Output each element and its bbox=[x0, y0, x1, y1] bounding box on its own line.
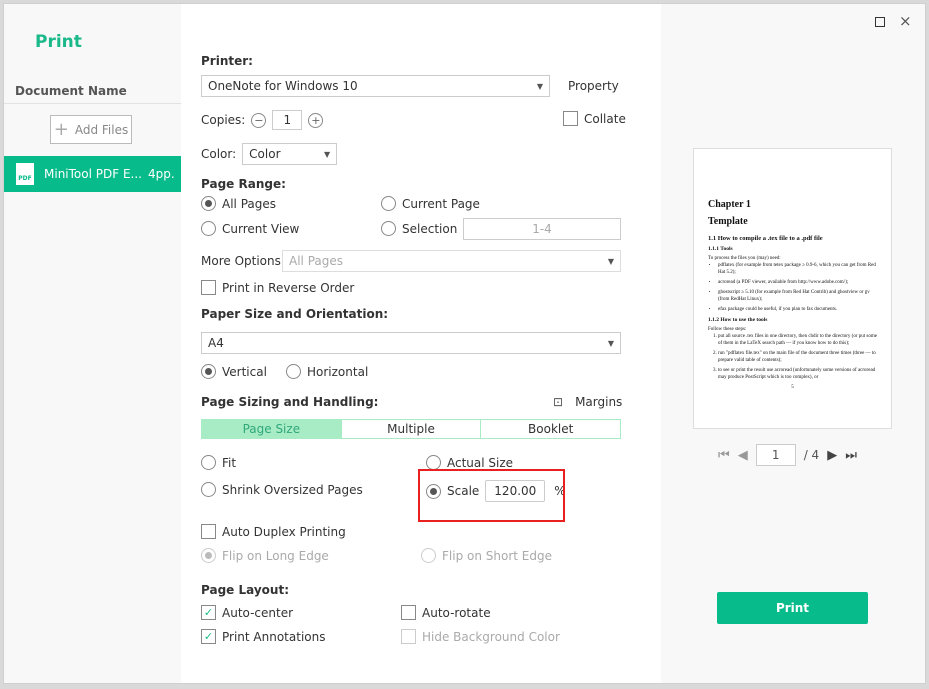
dropdown-arrow-icon: ▼ bbox=[324, 149, 331, 159]
prev-page-icon[interactable]: ◀ bbox=[738, 448, 748, 463]
preview-step: run "pdflatex file.tex" on the main file… bbox=[718, 350, 877, 364]
preview-bullet: acroread (a PDF viewer, available from h… bbox=[718, 279, 877, 286]
print-preview-page: Chapter 1 Template 1.1 How to compile a … bbox=[693, 148, 892, 429]
last-page-icon[interactable]: ⏭ bbox=[845, 448, 857, 463]
pdf-file-icon: PDF bbox=[16, 163, 34, 185]
color-label: Color: bbox=[201, 147, 237, 161]
sizing-tabs: Page Size Multiple Booklet bbox=[201, 419, 621, 439]
preview-step: put all source .tex files in one directo… bbox=[718, 333, 877, 347]
page-total: / 4 bbox=[803, 448, 820, 462]
paper-size-label: Paper Size and Orientation: bbox=[201, 307, 389, 321]
shrink-oversized-radio[interactable] bbox=[201, 482, 216, 497]
more-options-select[interactable]: All Pages ▼ bbox=[282, 250, 621, 272]
divider bbox=[4, 103, 181, 104]
preview-text: Follow these steps: bbox=[708, 327, 747, 332]
all-pages-radio[interactable] bbox=[201, 196, 216, 211]
close-icon[interactable]: × bbox=[899, 12, 912, 30]
copies-input[interactable]: 1 bbox=[272, 110, 303, 130]
print-button[interactable]: Print bbox=[717, 592, 868, 624]
maximize-icon[interactable] bbox=[875, 17, 885, 27]
document-name-header: Document Name bbox=[15, 84, 127, 98]
add-files-button[interactable]: + Add Files bbox=[50, 115, 132, 144]
settings-panel: Printer: OneNote for Windows 10 ▼ Propert… bbox=[181, 4, 661, 683]
reverse-order-checkbox[interactable] bbox=[201, 280, 216, 295]
flip-short-edge-radio[interactable] bbox=[421, 548, 436, 563]
page-sizing-label: Page Sizing and Handling: bbox=[201, 395, 379, 409]
preview-pager: ⏮ ◀ 1 / 4 ▶ ⏭ bbox=[718, 444, 857, 466]
auto-rotate-checkbox[interactable] bbox=[401, 605, 416, 620]
more-options-label: More Options: bbox=[201, 254, 285, 268]
minus-icon[interactable]: − bbox=[251, 112, 267, 128]
dropdown-arrow-icon: ▼ bbox=[607, 256, 614, 266]
preview-title: Template bbox=[708, 216, 748, 227]
vertical-radio[interactable] bbox=[201, 364, 216, 379]
fit-radio[interactable] bbox=[201, 455, 216, 470]
margins-icon: ⊡ bbox=[553, 395, 564, 409]
color-select[interactable]: Color ▼ bbox=[242, 143, 338, 165]
preview-bullet: efax package could be useful, if you pla… bbox=[718, 306, 877, 313]
current-page-radio[interactable] bbox=[381, 196, 396, 211]
page-range-label: Page Range: bbox=[201, 177, 286, 191]
preview-page-number: 5 bbox=[791, 385, 794, 390]
tab-booklet[interactable]: Booklet bbox=[480, 420, 620, 438]
printer-label: Printer: bbox=[201, 54, 253, 68]
actual-size-radio[interactable] bbox=[426, 455, 441, 470]
preview-section: 1.1 How to compile a .tex file to a .pdf… bbox=[708, 235, 823, 242]
print-annotations-checkbox[interactable]: ✓ bbox=[201, 629, 216, 644]
plus-icon: + bbox=[53, 119, 69, 140]
tab-multiple[interactable]: Multiple bbox=[340, 420, 481, 438]
paper-size-select[interactable]: A4 ▼ bbox=[201, 332, 621, 354]
preview-bullet: pdflatex (for example from tetex package… bbox=[718, 262, 877, 276]
margins-button[interactable]: ⊡ Margins bbox=[553, 395, 622, 409]
document-list-item[interactable]: PDF MiniTool PDF E... 4pp. bbox=[4, 156, 181, 192]
current-view-radio[interactable] bbox=[201, 221, 216, 236]
auto-duplex-checkbox[interactable] bbox=[201, 524, 216, 539]
next-page-icon[interactable]: ▶ bbox=[827, 448, 837, 463]
hide-background-checkbox[interactable] bbox=[401, 629, 416, 644]
preview-step: to see or print the result use acroread … bbox=[718, 367, 877, 381]
dropdown-arrow-icon: ▼ bbox=[536, 81, 543, 91]
preview-text: To process the files you (may) need: bbox=[708, 256, 781, 261]
selection-radio[interactable] bbox=[381, 221, 396, 236]
first-page-icon[interactable]: ⏮ bbox=[718, 448, 730, 463]
property-link[interactable]: Property bbox=[568, 79, 619, 93]
collate-label: Collate bbox=[584, 111, 626, 126]
flip-long-edge-radio[interactable] bbox=[201, 548, 216, 563]
preview-chapter: Chapter 1 bbox=[708, 199, 751, 210]
print-window: Print Document Name + Add Files PDF MiniT… bbox=[3, 3, 926, 684]
document-sidebar: Print Document Name + Add Files PDF MiniT… bbox=[4, 4, 181, 683]
page-layout-label: Page Layout: bbox=[201, 583, 289, 597]
tab-page-size[interactable]: Page Size bbox=[202, 420, 341, 438]
copies-label: Copies: bbox=[201, 113, 246, 127]
preview-bullet: ghostscript ≥ 5.10 (for example from Red… bbox=[718, 289, 877, 303]
auto-center-checkbox[interactable]: ✓ bbox=[201, 605, 216, 620]
printer-select[interactable]: OneNote for Windows 10 ▼ bbox=[201, 75, 550, 97]
app-title: Print bbox=[35, 32, 82, 52]
page-number-input[interactable]: 1 bbox=[755, 444, 796, 466]
collate-checkbox[interactable] bbox=[563, 111, 578, 126]
preview-subsection: 1.1.2 How to use the tools bbox=[708, 317, 768, 323]
dropdown-arrow-icon: ▼ bbox=[607, 338, 614, 348]
horizontal-radio[interactable] bbox=[286, 364, 301, 379]
plus-icon[interactable]: + bbox=[308, 112, 324, 128]
scale-highlight-box bbox=[418, 469, 565, 522]
selection-range-input[interactable]: 1-4 bbox=[463, 218, 621, 240]
preview-subsection: 1.1.1 Tools bbox=[708, 246, 733, 252]
